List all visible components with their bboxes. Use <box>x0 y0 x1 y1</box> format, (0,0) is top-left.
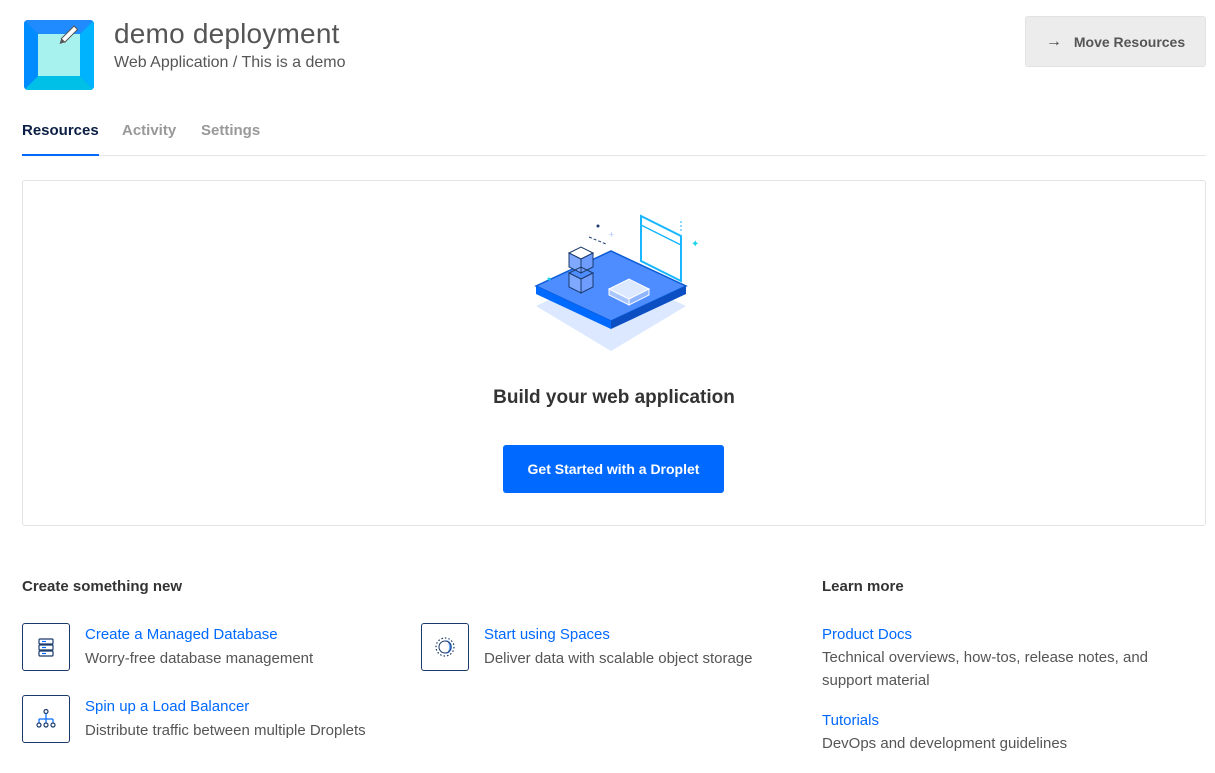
arrow-right-icon: → <box>1045 32 1062 50</box>
product-docs-desc-line2: support material <box>822 672 930 689</box>
move-resources-label: Move Resources <box>1073 33 1186 50</box>
tutorials-desc: DevOps and development guidelines <box>822 735 1068 752</box>
tab-settings[interactable]: Settings <box>201 122 260 156</box>
database-icon[interactable] <box>22 623 70 671</box>
create-managed-database-desc: Worry-free database management <box>85 650 314 667</box>
spaces-icon[interactable] <box>421 623 469 671</box>
empty-state-title: Build your web application <box>493 387 735 408</box>
move-resources-button[interactable]: → Move Resources <box>1025 16 1206 67</box>
tab-resources[interactable]: Resources <box>22 122 99 156</box>
get-started-droplet-button[interactable]: Get Started with a Droplet <box>503 445 724 493</box>
project-header: demo deployment Web Application / This i… <box>24 16 1206 90</box>
start-using-spaces-desc: Deliver data with scalable object storag… <box>484 650 753 667</box>
load-balancer-icon[interactable] <box>22 695 70 743</box>
project-edit-icon[interactable] <box>24 20 94 90</box>
create-managed-database-link[interactable]: Create a Managed Database <box>85 626 278 644</box>
product-docs-link[interactable]: Product Docs <box>822 626 912 644</box>
web-app-illustration: ✦ + <box>531 211 701 356</box>
empty-state-card: ✦ + Build your web application Get Start… <box>22 180 1206 526</box>
project-subtitle: Web Application / This is a demo <box>114 54 346 71</box>
spin-up-load-balancer-desc: Distribute traffic between multiple Drop… <box>85 722 366 739</box>
create-section-heading: Create something new <box>22 578 183 595</box>
svg-text:✦: ✦ <box>691 239 699 250</box>
tab-activity[interactable]: Activity <box>122 122 176 156</box>
svg-text:+: + <box>608 230 615 239</box>
start-using-spaces-link[interactable]: Start using Spaces <box>484 626 610 644</box>
learn-section-heading: Learn more <box>822 578 904 595</box>
spin-up-load-balancer-link[interactable]: Spin up a Load Balancer <box>85 698 249 716</box>
tutorials-link[interactable]: Tutorials <box>822 712 879 730</box>
product-docs-desc-line1: Technical overviews, how-tos, release no… <box>822 649 1149 666</box>
project-title: demo deployment <box>114 18 340 49</box>
tab-bar: Resources Activity Settings <box>22 114 1206 156</box>
